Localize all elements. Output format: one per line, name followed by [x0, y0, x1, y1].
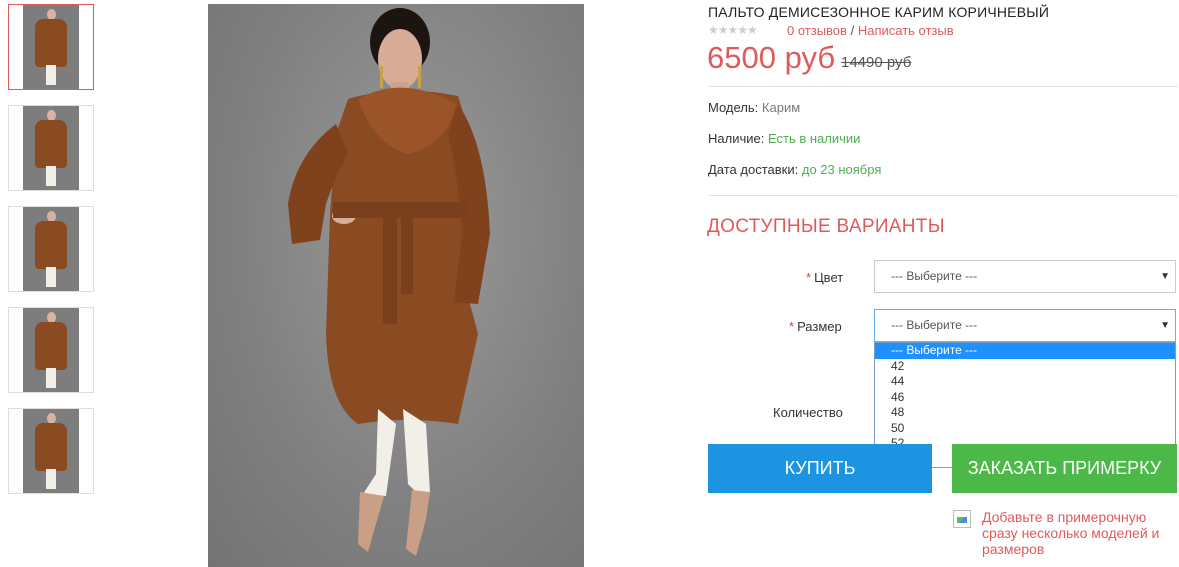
color-select-value: --- Выберите ---	[891, 269, 978, 283]
info-delivery: Дата доставки: до 23 ноября	[708, 162, 881, 177]
thumbnail-5[interactable]	[8, 408, 94, 494]
order-fitting-button[interactable]: ЗАКАЗАТЬ ПРИМЕРКУ	[952, 444, 1177, 493]
divider	[708, 86, 1178, 87]
size-label-text: Размер	[797, 319, 842, 334]
required-mark: *	[789, 319, 795, 334]
stock-label: Наличие:	[708, 131, 765, 146]
reviews-links: 0 отзывов / Написать отзыв	[787, 23, 954, 38]
info-stock: Наличие: Есть в наличии	[708, 131, 860, 146]
size-option[interactable]: 50	[875, 421, 1175, 437]
size-option[interactable]: --- Выберите ---	[875, 343, 1175, 359]
size-option[interactable]: 44	[875, 374, 1175, 390]
color-label: * Цвет	[806, 270, 843, 285]
model-illustration	[288, 8, 490, 556]
thumbnail-image	[23, 207, 79, 291]
write-review-link[interactable]: Написать отзыв	[858, 23, 954, 38]
chevron-down-icon: ▼	[1160, 320, 1170, 331]
main-product-image[interactable]	[208, 4, 584, 567]
size-option[interactable]: 46	[875, 390, 1175, 406]
thumbnail-image	[23, 409, 79, 493]
color-select[interactable]: --- Выберите --- ▼	[874, 260, 1176, 293]
price-old: 14490 руб	[841, 54, 912, 71]
buy-button[interactable]: КУПИТЬ	[708, 444, 932, 493]
thumbnail-4[interactable]	[8, 307, 94, 393]
product-title: ПАЛЬТО ДЕМИСЕЗОННОЕ КАРИМ КОРИЧНЕВЫЙ	[708, 4, 1050, 20]
color-label-text: Цвет	[814, 270, 844, 285]
size-option[interactable]: 48	[875, 405, 1175, 421]
quantity-label: Количество	[773, 405, 843, 420]
thumbnail-1[interactable]	[8, 4, 94, 90]
delivery-label: Дата доставки:	[708, 162, 799, 177]
info-model: Модель: Карим	[708, 100, 800, 115]
size-option[interactable]: 42	[875, 359, 1175, 375]
delivery-value: до 23 ноября	[801, 162, 882, 177]
reviews-count-link[interactable]: 0 отзывов	[787, 23, 847, 38]
size-select[interactable]: --- Выберите --- ▼	[874, 309, 1176, 342]
fitting-room-icon	[953, 510, 971, 528]
divider	[708, 195, 1178, 196]
thumbnail-3[interactable]	[8, 206, 94, 292]
promo-text[interactable]: Добавьте в примерочную сразу несколько м…	[982, 509, 1178, 557]
size-label: * Размер	[789, 319, 842, 334]
reviews-separator: /	[850, 23, 855, 38]
thumbnail-gallery	[8, 4, 96, 509]
size-select-value: --- Выберите ---	[891, 318, 978, 332]
options-title: ДОСТУПНЫЕ ВАРИАНТЫ	[707, 216, 945, 237]
thumbnail-image	[23, 106, 79, 190]
chevron-down-icon: ▼	[1160, 271, 1170, 282]
thumbnail-image	[23, 5, 79, 89]
price-current: 6500 руб	[707, 40, 836, 75]
model-value: Карим	[761, 100, 801, 115]
thumbnail-2[interactable]	[8, 105, 94, 191]
thumbnail-image	[23, 308, 79, 392]
rating-stars-icon: ★★★★★	[708, 23, 758, 37]
required-mark: *	[806, 270, 812, 285]
stock-value: Есть в наличии	[767, 131, 861, 146]
model-label: Модель:	[708, 100, 759, 115]
